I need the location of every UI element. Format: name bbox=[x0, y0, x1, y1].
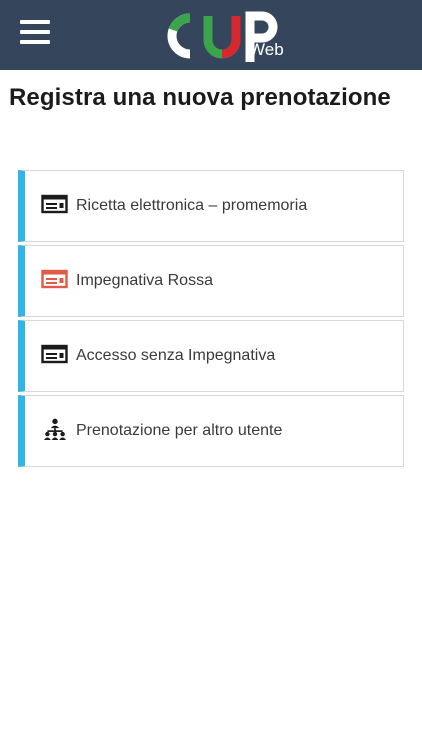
logo-suffix: Web bbox=[249, 40, 284, 59]
card-icon bbox=[41, 269, 68, 289]
hamburger-menu-icon[interactable] bbox=[20, 20, 50, 44]
option-impegnativa-rossa[interactable]: Impegnativa Rossa bbox=[18, 245, 404, 317]
option-label: Ricetta elettronica – promemoria bbox=[76, 197, 308, 214]
card-icon bbox=[41, 194, 68, 214]
card-icon bbox=[41, 344, 68, 364]
booking-options-list: Ricetta elettronica – promemoria Impegna… bbox=[18, 170, 404, 470]
page-title: Registra una nuova prenotazione bbox=[9, 84, 391, 111]
option-prenotazione-altro-utente[interactable]: Prenotazione per altro utente bbox=[18, 395, 404, 467]
top-bar: Web bbox=[0, 0, 422, 70]
users-hierarchy-icon bbox=[44, 418, 66, 440]
option-accesso-senza-impegnativa[interactable]: Accesso senza Impegnativa bbox=[18, 320, 404, 392]
option-ricetta-elettronica[interactable]: Ricetta elettronica – promemoria bbox=[18, 170, 404, 242]
option-label: Accesso senza Impegnativa bbox=[76, 347, 276, 364]
option-label: Impegnativa Rossa bbox=[76, 272, 213, 289]
option-label: Prenotazione per altro utente bbox=[76, 422, 283, 439]
